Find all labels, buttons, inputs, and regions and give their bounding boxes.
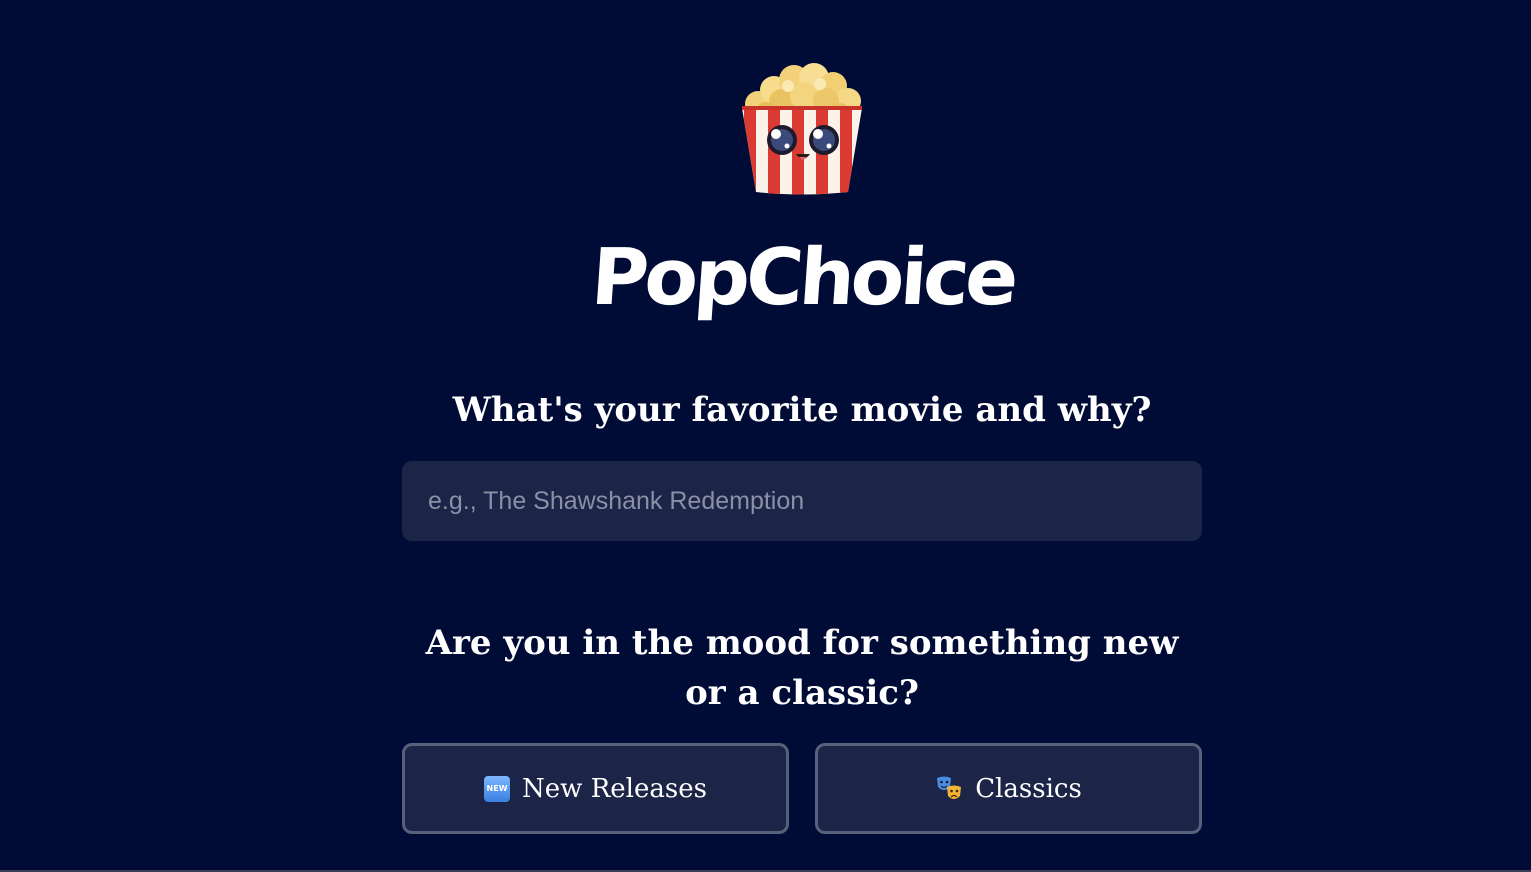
page: PopChoice What's your favorite movie and… (0, 0, 1531, 870)
favorite-movie-input[interactable] (402, 461, 1202, 541)
new-releases-label: New Releases (522, 773, 707, 804)
mood-question: Are you in the mood for something new or… (425, 623, 1179, 713)
theater-masks-icon (937, 776, 962, 799)
new-badge-icon: NEW (484, 775, 511, 802)
classics-label: Classics (975, 773, 1082, 804)
popcorn-mascot-icon (742, 63, 862, 195)
brand-title: PopChoice (588, 233, 1018, 323)
new-releases-button[interactable]: NEW New Releases (402, 743, 789, 834)
classics-button[interactable]: Classics (815, 743, 1202, 834)
favorite-movie-question: What's your favorite movie and why? (452, 390, 1152, 430)
